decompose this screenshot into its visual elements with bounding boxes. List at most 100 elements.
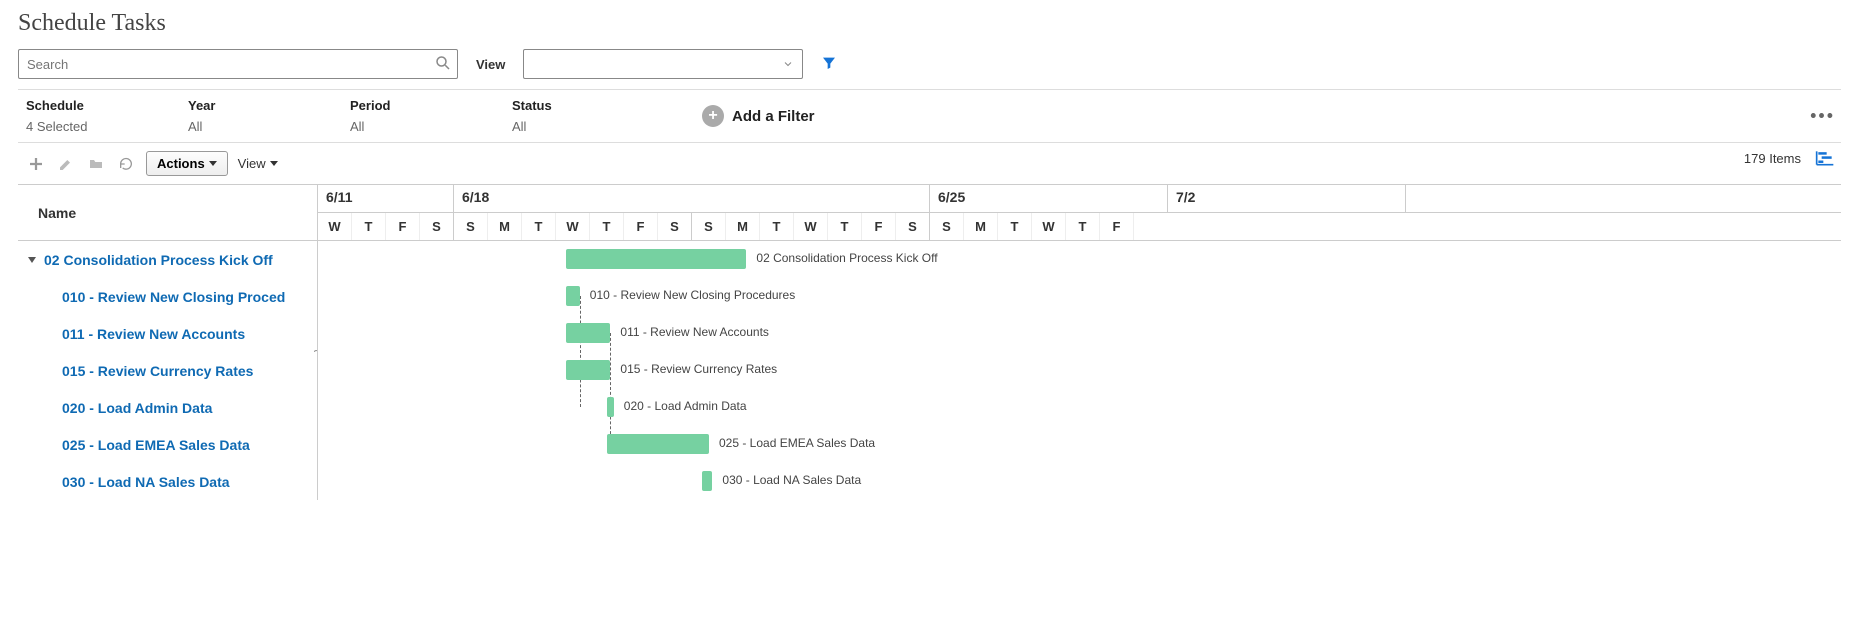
day-header: T <box>828 213 862 240</box>
day-header: T <box>522 213 556 240</box>
week-header: 7/2 <box>1168 185 1406 212</box>
gantt-bar[interactable] <box>607 434 709 454</box>
task-label: 020 - Load Admin Data <box>62 400 212 416</box>
task-row[interactable]: 02 Consolidation Process Kick Off <box>18 241 317 278</box>
gantt-bar[interactable] <box>566 249 746 269</box>
gantt-row: 015 - Review Currency Rates <box>318 352 1841 389</box>
gantt-row: 025 - Load EMEA Sales Data <box>318 426 1841 463</box>
filter-value: 4 Selected <box>26 119 188 134</box>
gantt-bar[interactable] <box>566 286 580 306</box>
week-header: 6/11 <box>318 185 454 212</box>
day-header: T <box>760 213 794 240</box>
filter-header: Year <box>188 98 350 113</box>
task-row[interactable]: 020 - Load Admin Data <box>18 389 317 426</box>
more-icon[interactable]: ••• <box>1810 106 1835 127</box>
gantt-row: 010 - Review New Closing Procedures <box>318 278 1841 315</box>
filter-header: Period <box>350 98 512 113</box>
filter-status[interactable]: Status All <box>512 98 674 134</box>
filter-header: Schedule <box>26 98 188 113</box>
view-label: View <box>476 57 505 72</box>
actions-button[interactable]: Actions <box>146 151 228 176</box>
filter-icon[interactable] <box>821 55 837 74</box>
gantt-bar-label: 020 - Load Admin Data <box>624 399 747 413</box>
day-header: F <box>624 213 658 240</box>
week-header: 6/18 <box>454 185 930 212</box>
task-row[interactable]: 010 - Review New Closing Proced <box>18 278 317 315</box>
filter-year[interactable]: Year All <box>188 98 350 134</box>
gantt-bar-label: 015 - Review Currency Rates <box>620 362 777 376</box>
plus-circle-icon: + <box>702 105 724 127</box>
day-header: W <box>556 213 590 240</box>
gantt-chart[interactable]: 02 Consolidation Process Kick Off 010 - R… <box>318 241 1841 500</box>
day-header: S <box>692 213 726 240</box>
task-label: 011 - Review New Accounts <box>62 326 245 342</box>
gantt-row: 020 - Load Admin Data <box>318 389 1841 426</box>
gantt-bar[interactable] <box>566 360 610 380</box>
add-filter-label: Add a Filter <box>732 108 815 125</box>
filter-header: Status <box>512 98 674 113</box>
day-header: T <box>352 213 386 240</box>
gantt-bar[interactable] <box>607 397 614 417</box>
day-header: W <box>794 213 828 240</box>
search-icon[interactable] <box>434 54 452 75</box>
task-row[interactable]: 030 - Load NA Sales Data <box>18 463 317 500</box>
chevron-down-icon <box>782 58 794 73</box>
gantt-view-icon[interactable] <box>1815 149 1835 167</box>
name-column-header: Name <box>18 185 317 241</box>
day-header: F <box>1100 213 1134 240</box>
task-row[interactable]: 025 - Load EMEA Sales Data <box>18 426 317 463</box>
add-filter-button[interactable]: + Add a Filter <box>702 105 815 127</box>
day-header: T <box>998 213 1032 240</box>
day-header: F <box>386 213 420 240</box>
page-title: Schedule Tasks <box>18 10 1841 37</box>
gantt-row: 02 Consolidation Process Kick Off <box>318 241 1841 278</box>
task-label: 015 - Review Currency Rates <box>62 363 253 379</box>
day-header: W <box>318 213 352 240</box>
filters-row: Schedule 4 Selected Year All Period All … <box>18 89 1841 143</box>
day-header: M <box>726 213 760 240</box>
refresh-icon[interactable] <box>116 154 136 174</box>
expand-icon[interactable] <box>28 257 36 263</box>
gantt-bar-label: 011 - Review New Accounts <box>620 325 769 339</box>
folder-icon[interactable] <box>86 154 106 174</box>
day-header: S <box>658 213 692 240</box>
week-header: 6/25 <box>930 185 1168 212</box>
task-row[interactable]: 015 - Review Currency Rates <box>18 352 317 389</box>
filter-period[interactable]: Period All <box>350 98 512 134</box>
gantt-bar-label: 025 - Load EMEA Sales Data <box>719 436 875 450</box>
day-header: W <box>1032 213 1066 240</box>
task-tree: 02 Consolidation Process Kick Off 010 - R… <box>18 241 317 500</box>
view-select[interactable] <box>523 49 803 79</box>
edit-icon[interactable] <box>56 154 76 174</box>
day-header: S <box>454 213 488 240</box>
filter-schedule[interactable]: Schedule 4 Selected <box>26 98 188 134</box>
gantt-bar-label: 030 - Load NA Sales Data <box>722 473 861 487</box>
day-header: M <box>964 213 998 240</box>
add-icon[interactable] <box>26 154 46 174</box>
search-input[interactable] <box>18 49 458 79</box>
day-header: S <box>420 213 454 240</box>
task-label: 025 - Load EMEA Sales Data <box>62 437 250 453</box>
caret-down-icon <box>270 161 278 166</box>
view-menu[interactable]: View <box>238 156 278 171</box>
gantt-bar-label: 02 Consolidation Process Kick Off <box>756 251 937 265</box>
task-row[interactable]: 011 - Review New Accounts <box>18 315 317 352</box>
task-label: 02 Consolidation Process Kick Off <box>44 252 273 268</box>
gantt-bar[interactable] <box>702 471 712 491</box>
gantt-row: 011 - Review New Accounts <box>318 315 1841 352</box>
caret-down-icon <box>209 161 217 166</box>
day-header: S <box>896 213 930 240</box>
day-header: T <box>1066 213 1100 240</box>
task-label: 010 - Review New Closing Proced <box>62 289 285 305</box>
filter-value: All <box>512 119 674 134</box>
gantt-bar-label: 010 - Review New Closing Procedures <box>590 288 795 302</box>
item-count: 179 Items <box>1744 151 1801 166</box>
filter-value: All <box>350 119 512 134</box>
task-label: 030 - Load NA Sales Data <box>62 474 230 490</box>
day-header: T <box>590 213 624 240</box>
view-menu-label: View <box>238 156 266 171</box>
actions-label: Actions <box>157 156 205 171</box>
gantt-bar[interactable] <box>566 323 610 343</box>
filter-value: All <box>188 119 350 134</box>
day-header: S <box>930 213 964 240</box>
